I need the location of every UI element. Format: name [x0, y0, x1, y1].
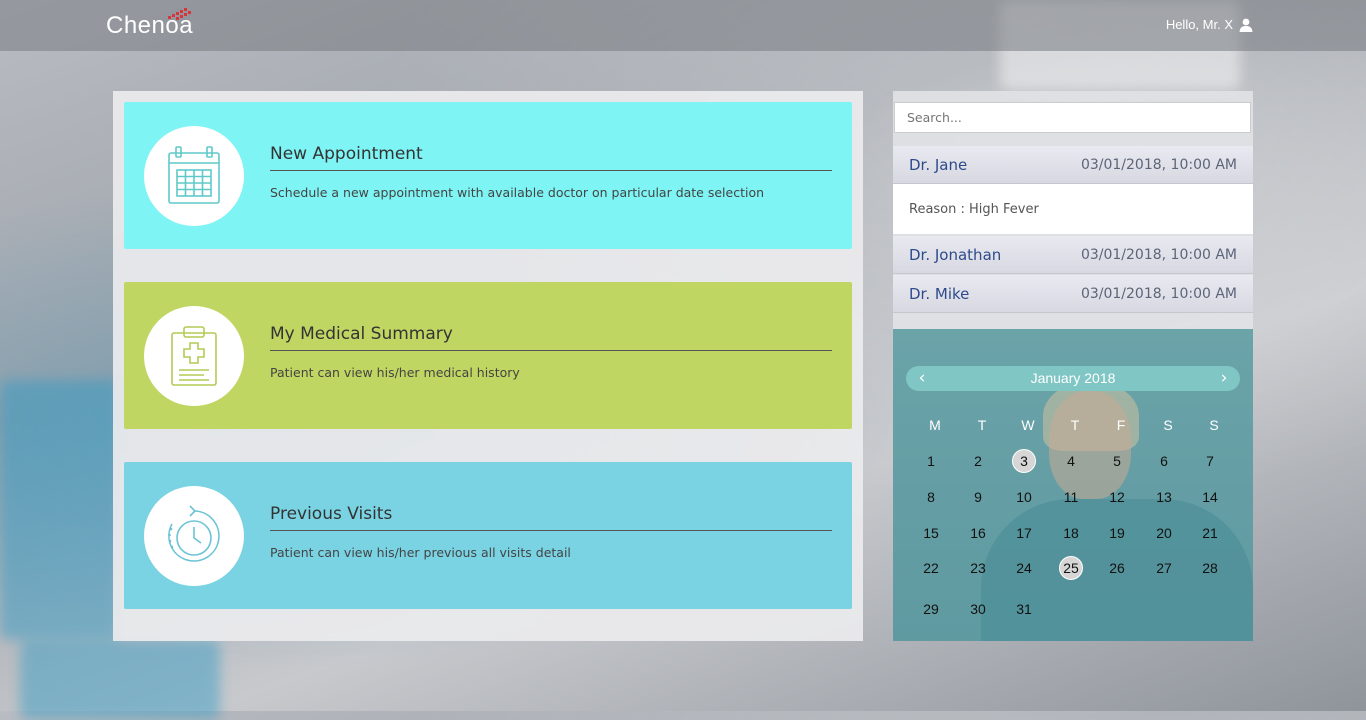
appointments-panel: Dr. Jane 03/01/2018, 10:00 AM Reason : H…	[893, 91, 1253, 641]
weekday-label: S	[1209, 417, 1219, 433]
calendar-header: ‹ January 2018 ›	[906, 366, 1240, 391]
greeting-text: Hello, Mr. X	[1165, 17, 1233, 32]
top-bar: Chenoa Hello, Mr. X	[0, 0, 1366, 51]
calendar-day[interactable]: 11	[1059, 485, 1083, 509]
calendar-day[interactable]: 25	[1059, 556, 1083, 580]
calendar-widget: ‹ January 2018 › M T W T F S S 1 2 3 4 5 6 7 8 9 10 11 12 1…	[893, 329, 1253, 641]
background-shape	[20, 640, 220, 720]
logo-dots-icon	[168, 8, 191, 20]
medical-summary-card[interactable]: My Medical Summary Patient can view his/…	[124, 282, 852, 429]
appointment-reason: Reason : High Fever	[893, 184, 1253, 234]
card-icon-circle	[144, 486, 244, 586]
calendar-day[interactable]: 6	[1152, 449, 1176, 473]
weekday-label: M	[929, 417, 941, 433]
calendar-day[interactable]: 21	[1198, 521, 1222, 545]
appointment-datetime: 03/01/2018, 10:00 AM	[1080, 286, 1237, 302]
clipboard-icon	[171, 326, 217, 386]
calendar-day[interactable]: 28	[1198, 556, 1222, 580]
card-description: Schedule a new appointment with availabl…	[270, 185, 765, 200]
user-greeting[interactable]: Hello, Mr. X	[1166, 17, 1253, 32]
weekday-label: S	[1163, 417, 1173, 433]
nurse-photo	[1049, 391, 1131, 499]
weekday-label: W	[1021, 417, 1035, 433]
appointment-item-jonathan[interactable]: Dr. Jonathan 03/01/2018, 10:00 AM	[893, 236, 1253, 274]
calendar-day[interactable]: 2	[966, 449, 990, 473]
calendar-day[interactable]: 5	[1105, 449, 1129, 473]
calendar-day[interactable]: 16	[966, 521, 990, 545]
calendar-day[interactable]: 12	[1105, 485, 1129, 509]
calendar-month: January 2018	[1030, 370, 1116, 386]
calendar-day[interactable]: 27	[1152, 556, 1176, 580]
calendar-day[interactable]: 20	[1152, 521, 1176, 545]
doctor-name: Dr. Mike	[909, 285, 970, 303]
new-appointment-card[interactable]: New Appointment Schedule a new appointme…	[124, 102, 852, 249]
doctor-name: Dr. Jane	[909, 156, 968, 174]
calendar-day[interactable]: 8	[919, 485, 943, 509]
card-title: My Medical Summary	[270, 324, 832, 351]
card-icon-circle	[144, 126, 244, 226]
calendar-day[interactable]: 30	[966, 597, 990, 621]
calendar-icon	[168, 146, 220, 204]
weekday-label: T	[977, 417, 987, 433]
calendar-day[interactable]: 7	[1198, 449, 1222, 473]
reason-text: Reason : High Fever	[909, 202, 1039, 217]
appointment-item-mike[interactable]: Dr. Mike 03/01/2018, 10:00 AM	[893, 275, 1253, 313]
card-title: Previous Visits	[270, 504, 832, 531]
calendar-day[interactable]: 18	[1059, 521, 1083, 545]
card-description: Patient can view his/her medical history	[270, 365, 520, 380]
calendar-day[interactable]: 24	[1012, 556, 1036, 580]
search-input[interactable]	[894, 102, 1251, 133]
actions-panel: New Appointment Schedule a new appointme…	[113, 91, 863, 641]
calendar-day[interactable]: 31	[1012, 597, 1036, 621]
appointment-datetime: 03/01/2018, 10:00 AM	[1080, 247, 1237, 263]
weekday-label: F	[1116, 417, 1126, 433]
calendar-day[interactable]: 22	[919, 556, 943, 580]
calendar-day[interactable]: 13	[1152, 485, 1176, 509]
chevron-right-icon[interactable]: ›	[1214, 368, 1234, 388]
calendar-day[interactable]: 23	[966, 556, 990, 580]
card-title: New Appointment	[270, 144, 832, 171]
background-shape	[0, 380, 120, 640]
calendar-day[interactable]: 17	[1012, 521, 1036, 545]
calendar-day[interactable]: 9	[966, 485, 990, 509]
calendar-day[interactable]: 29	[919, 597, 943, 621]
weekday-label: T	[1070, 417, 1080, 433]
user-icon	[1239, 18, 1253, 32]
calendar-day[interactable]: 1	[919, 449, 943, 473]
appointment-datetime: 03/01/2018, 10:00 AM	[1080, 157, 1237, 173]
calendar-day[interactable]: 3	[1012, 449, 1036, 473]
card-description: Patient can view his/her previous all vi…	[270, 545, 571, 560]
doctor-name: Dr. Jonathan	[909, 246, 1002, 264]
clock-history-icon	[168, 505, 220, 562]
card-icon-circle	[144, 306, 244, 406]
calendar-day[interactable]: 15	[919, 521, 943, 545]
calendar-day[interactable]: 19	[1105, 521, 1129, 545]
calendar-day[interactable]: 10	[1012, 485, 1036, 509]
calendar-day[interactable]: 14	[1198, 485, 1222, 509]
calendar-day[interactable]: 26	[1105, 556, 1129, 580]
appointment-item-jane[interactable]: Dr. Jane 03/01/2018, 10:00 AM	[893, 146, 1253, 184]
calendar-day[interactable]: 4	[1059, 449, 1083, 473]
previous-visits-card[interactable]: Previous Visits Patient can view his/her…	[124, 462, 852, 609]
